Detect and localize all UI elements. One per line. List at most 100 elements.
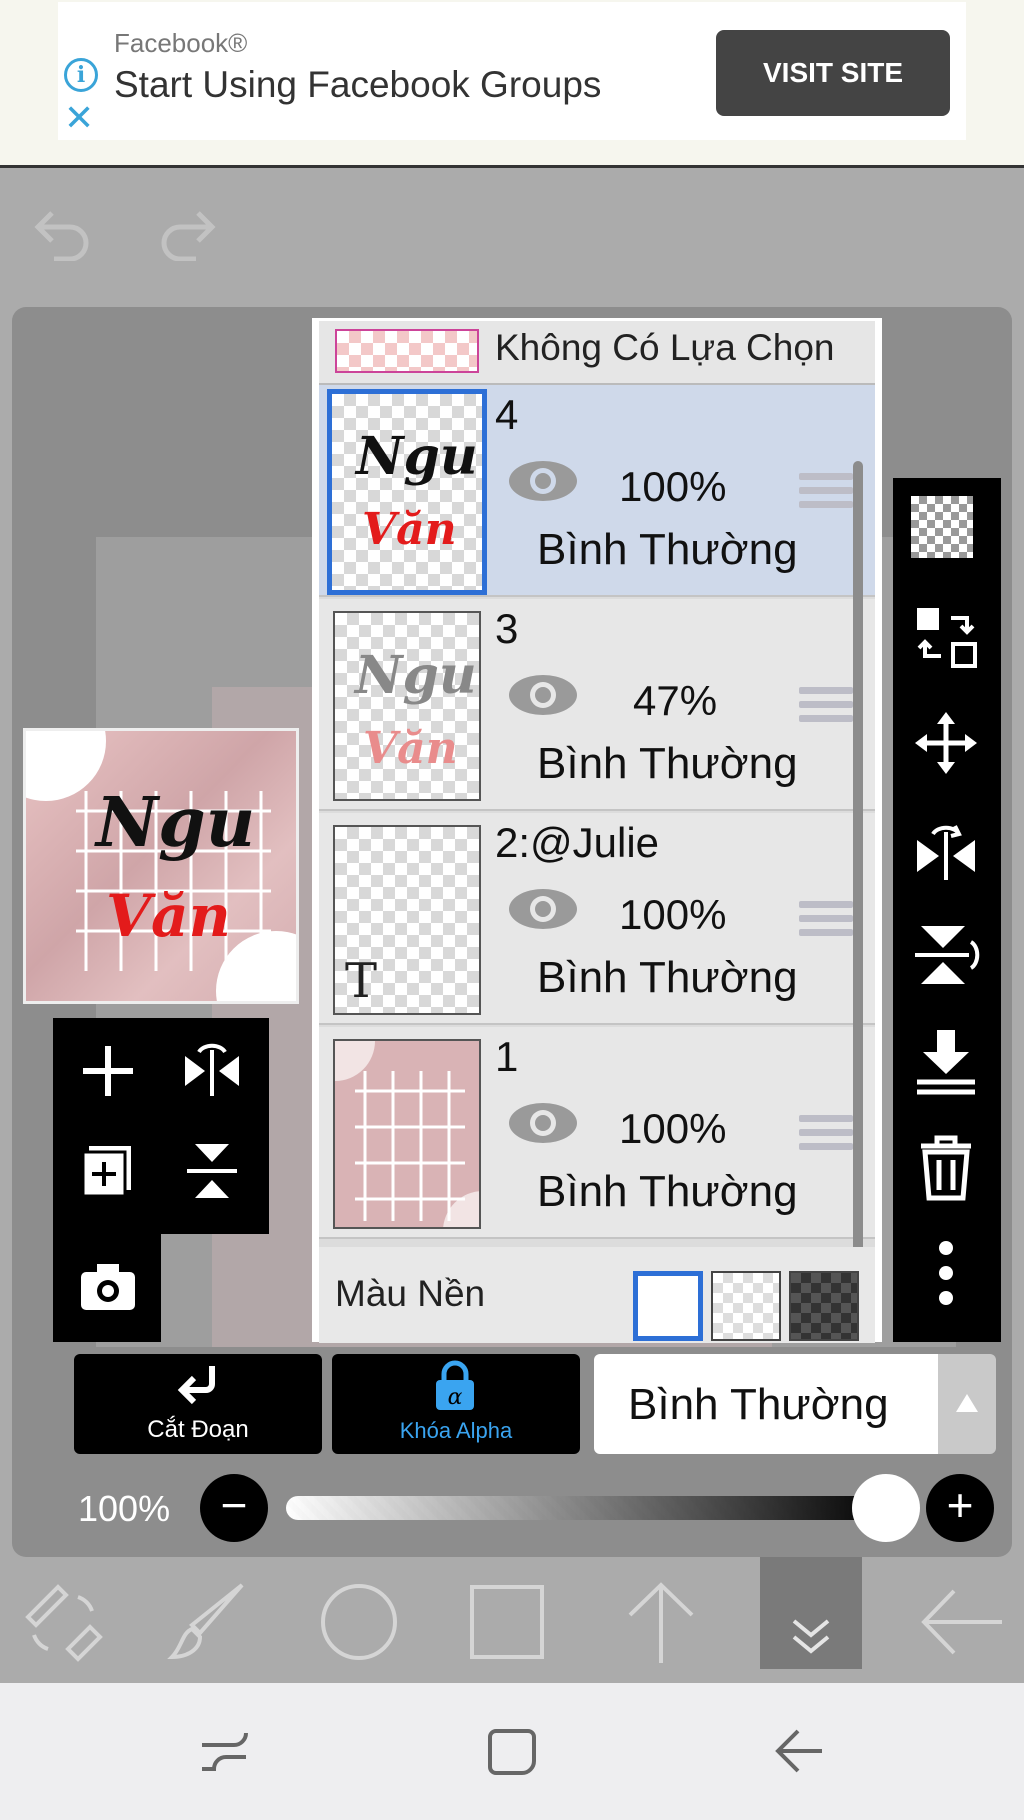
layer-thumbnail: Ngu Văn [333, 611, 481, 801]
opacity-slider-knob[interactable] [852, 1474, 920, 1542]
transparency-icon[interactable] [911, 496, 973, 558]
clip-arrow-icon [177, 1366, 215, 1405]
layer-name: 4 [495, 391, 519, 438]
ad-banner: i ✕ Facebook® Start Using Facebook Group… [0, 0, 1024, 168]
lock-icon: α [436, 1360, 474, 1410]
caret-up-icon [956, 1394, 978, 1412]
eye-icon[interactable] [505, 671, 581, 719]
trash-icon[interactable] [911, 1132, 981, 1202]
thumb-text-van: Văn [362, 504, 457, 555]
bg-white-swatch[interactable] [633, 1271, 703, 1341]
thumb-artwork: Ngu Văn [353, 645, 477, 774]
text-layer-icon: T [345, 953, 378, 1009]
flip-horizontal-icon[interactable] [177, 1036, 247, 1106]
drag-handle-icon[interactable] [799, 1115, 853, 1157]
ad-source: Facebook® [114, 28, 248, 58]
opacity-value: 100% [78, 1488, 171, 1529]
layer-thumbnail: T [333, 825, 481, 1015]
brush-eraser-switch-icon[interactable] [18, 1577, 108, 1667]
collapse-down-icon[interactable] [766, 1577, 856, 1667]
eye-icon[interactable] [505, 457, 581, 505]
layer-opacity[interactable]: 100% [619, 891, 726, 939]
preview-text-van: Văn [106, 882, 231, 950]
thumb-artwork: Ngu Văn [354, 426, 478, 555]
redo-icon[interactable] [158, 205, 218, 261]
layer-opacity[interactable]: 100% [619, 463, 726, 511]
square-tool-icon[interactable] [462, 1577, 552, 1667]
ad-title[interactable]: Start Using Facebook Groups [114, 64, 601, 106]
close-icon[interactable]: ✕ [64, 98, 94, 138]
layer-opacity[interactable]: 47% [633, 677, 717, 725]
flip-vertical-icon[interactable] [911, 920, 981, 990]
drag-handle-icon[interactable] [799, 901, 853, 943]
layers-panel: Không Có Lựa Chọn Ngu Văn 4 100% Bình Th… [312, 318, 882, 1343]
layers-scrollbar[interactable] [853, 461, 863, 1261]
blend-mode-select[interactable]: Bình Thường [594, 1354, 938, 1454]
ad-card[interactable]: i ✕ Facebook® Start Using Facebook Group… [58, 2, 966, 140]
clipping-button[interactable]: Cắt Đoạn [74, 1354, 322, 1454]
layer-blend-mode: Bình Thường [537, 739, 798, 788]
layer-thumbnail: Ngu Văn [327, 389, 487, 595]
flip-vertical-icon[interactable] [177, 1136, 247, 1206]
alpha-lock-button[interactable]: α Khóa Alpha [332, 1354, 580, 1454]
visit-site-button[interactable]: VISIT SITE [716, 30, 950, 116]
undo-icon[interactable] [32, 205, 92, 261]
back-arrow-icon[interactable] [916, 1577, 1006, 1667]
layer-blend-mode: Bình Thường [537, 525, 798, 574]
info-icon[interactable]: i [64, 58, 98, 92]
bottom-toolbar [0, 1557, 1024, 1683]
background-color-label: Màu Nền [335, 1273, 486, 1314]
layer-thumbnail [333, 1039, 481, 1229]
recent-apps-icon[interactable] [194, 1721, 254, 1781]
layer-name: 2:@Julie [495, 819, 660, 866]
layer-blend-mode: Bình Thường [537, 1167, 798, 1216]
more-options-icon[interactable] [911, 1238, 981, 1308]
flip-horizontal-icon[interactable] [911, 814, 981, 884]
eye-icon[interactable] [505, 1099, 581, 1147]
clipping-label: Cắt Đoạn [147, 1416, 249, 1443]
layer-name: 3 [495, 605, 519, 652]
home-icon[interactable] [482, 1721, 542, 1781]
swap-layers-icon[interactable] [911, 602, 981, 672]
opacity-slider-track[interactable] [286, 1496, 890, 1520]
thumb-text-ngu: Ngu [354, 426, 478, 487]
bg-dark-swatch[interactable] [789, 1271, 859, 1341]
layer-row[interactable]: T 2:@Julie 100% Bình Thường [319, 813, 875, 1025]
arrow-up-icon[interactable] [616, 1577, 706, 1667]
preview-text-ngu: Ngu [94, 783, 255, 863]
circle-tool-icon[interactable] [314, 1577, 404, 1667]
blend-mode-value: Bình Thường [628, 1380, 889, 1429]
add-layer-icon[interactable] [73, 1036, 143, 1106]
layer-name: 1 [495, 1033, 519, 1080]
camera-icon[interactable] [73, 1252, 143, 1322]
svg-text:α: α [448, 1385, 463, 1410]
no-selection-label: Không Có Lựa Chọn [495, 327, 835, 368]
back-icon[interactable] [770, 1721, 830, 1781]
alpha-lock-label: Khóa Alpha [399, 1418, 513, 1443]
duplicate-layer-icon[interactable] [73, 1136, 143, 1206]
layer-blend-mode: Bình Thường [537, 953, 798, 1002]
drag-handle-icon[interactable] [799, 687, 853, 729]
increase-opacity-button[interactable]: + [926, 1474, 994, 1542]
selection-thumb [335, 329, 479, 373]
layer-opacity[interactable]: 100% [619, 1105, 726, 1153]
merge-down-icon[interactable] [911, 1026, 981, 1096]
blend-mode-dropdown[interactable] [938, 1354, 996, 1454]
layer-row[interactable]: 1 100% Bình Thường [319, 1027, 875, 1239]
layer-row[interactable]: Ngu Văn 4 100% Bình Thường [319, 385, 875, 597]
canvas-preview[interactable]: Ngu Văn [23, 728, 299, 1004]
decrease-opacity-button[interactable]: − [200, 1474, 268, 1542]
right-toolbar [893, 478, 1001, 1342]
bg-transparent-swatch[interactable] [711, 1271, 781, 1341]
drag-handle-icon[interactable] [799, 473, 853, 515]
move-icon[interactable] [911, 708, 981, 778]
layer-row[interactable]: Ngu Văn 3 47% Bình Thường [319, 599, 875, 811]
thumb-artwork [335, 1041, 479, 1227]
brush-icon[interactable] [164, 1577, 254, 1667]
eye-icon[interactable] [505, 885, 581, 933]
layer-tools [53, 1018, 269, 1306]
preview-artwork: Ngu Văn [26, 731, 296, 1001]
selection-layer[interactable]: Không Có Lựa Chọn [319, 321, 875, 385]
layers-list: Không Có Lựa Chọn Ngu Văn 4 100% Bình Th… [319, 321, 875, 1343]
thumb-text-ngu: Ngu [353, 645, 477, 706]
